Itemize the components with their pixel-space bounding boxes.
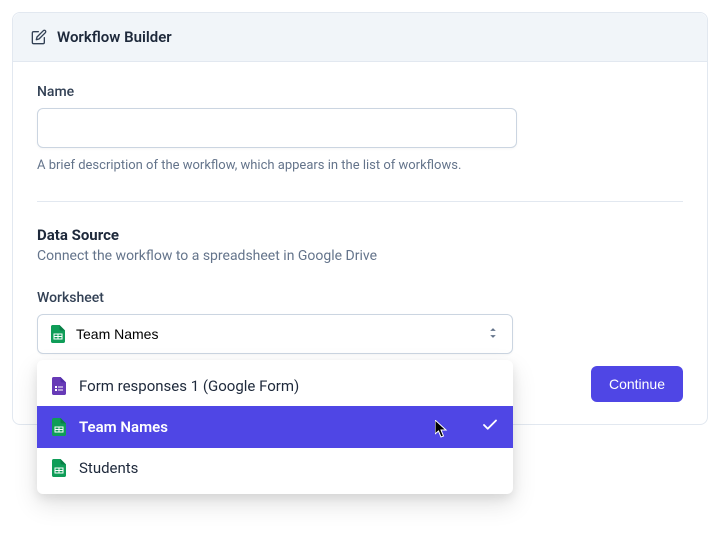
divider: [37, 201, 683, 202]
sheet-icon: [51, 458, 67, 478]
chevron-up-down-icon: [486, 326, 500, 343]
worksheet-select-wrapper: Team Names: [37, 314, 513, 354]
worksheet-dropdown: Form responses 1 (Google Form): [37, 360, 513, 494]
worksheet-option[interactable]: Form responses 1 (Google Form): [37, 366, 513, 406]
card-header: Workflow Builder: [13, 13, 707, 62]
edit-icon: [31, 27, 47, 47]
sheet-icon: [51, 417, 67, 437]
cursor-icon: [435, 420, 449, 442]
card-title: Workflow Builder: [57, 28, 172, 46]
worksheet-option-label: Form responses 1 (Google Form): [79, 377, 299, 395]
worksheet-label: Worksheet: [37, 290, 683, 306]
card-body: Name A brief description of the workflow…: [13, 62, 707, 424]
worksheet-option-label: Team Names: [79, 418, 168, 436]
worksheet-option[interactable]: Team Names: [37, 406, 513, 448]
name-help-text: A brief description of the workflow, whi…: [37, 158, 683, 173]
worksheet-selected-value: Team Names: [76, 326, 158, 342]
sheet-icon: [50, 324, 66, 344]
worksheet-option[interactable]: Students: [37, 448, 513, 488]
name-label: Name: [37, 84, 683, 100]
worksheet-select-button[interactable]: Team Names: [37, 314, 513, 354]
worksheet-option-label: Students: [79, 459, 138, 477]
check-icon: [481, 416, 499, 438]
workflow-builder-card: Workflow Builder Name A brief descriptio…: [12, 12, 708, 425]
data-source-desc: Connect the workflow to a spreadsheet in…: [37, 248, 683, 264]
data-source-title: Data Source: [37, 226, 683, 244]
name-input[interactable]: [37, 108, 517, 148]
form-icon: [51, 376, 67, 396]
continue-button[interactable]: Continue: [591, 366, 683, 402]
